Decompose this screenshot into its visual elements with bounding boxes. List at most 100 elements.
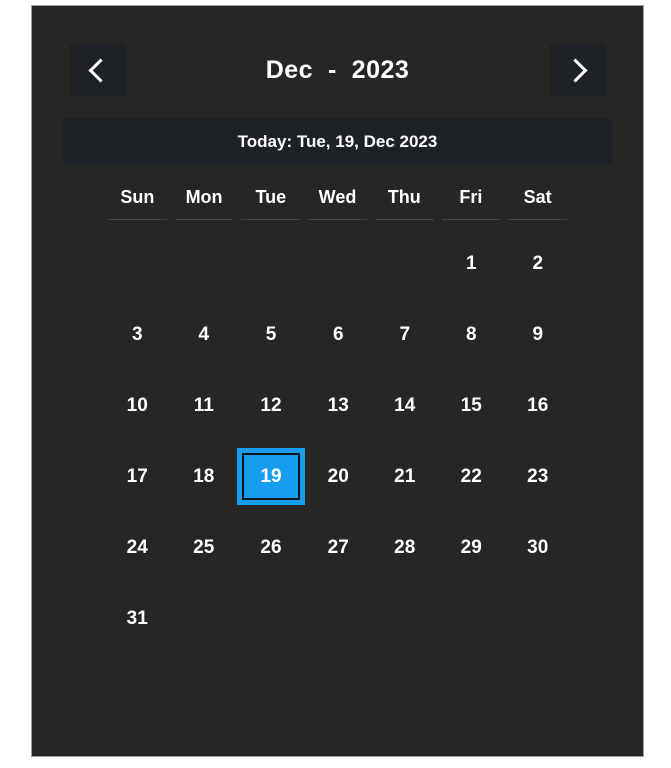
day-number: 6 <box>332 323 344 345</box>
weekday-label: Fri <box>459 187 483 207</box>
day-cell[interactable]: 1 <box>438 228 505 299</box>
day-number: 1 <box>465 252 477 274</box>
weekday-underline <box>374 219 434 220</box>
weekday-header-wed: Wed <box>304 187 371 220</box>
day-cell[interactable]: 12 <box>237 370 305 441</box>
weekday-label: Thu <box>387 187 421 207</box>
date-picker-calendar: Dec - 2023 Today: Tue, 19, Dec 2023 Sun M… <box>31 5 644 757</box>
day-cell-empty <box>305 583 372 654</box>
day-number: 26 <box>260 536 282 558</box>
day-cell[interactable]: 22 <box>438 441 505 512</box>
day-cell[interactable]: 2 <box>505 228 572 299</box>
weekday-label: Wed <box>318 187 357 207</box>
day-number: 21 <box>394 465 416 487</box>
day-number: 15 <box>460 394 482 416</box>
day-cell[interactable]: 7 <box>372 299 439 370</box>
day-cell[interactable]: 23 <box>505 441 572 512</box>
day-cell-empty <box>438 654 505 725</box>
day-number: 17 <box>126 465 148 487</box>
day-number: 16 <box>527 394 549 416</box>
day-number: 18 <box>193 465 215 487</box>
weekday-header-fri: Fri <box>438 187 505 220</box>
day-cell-empty <box>237 583 305 654</box>
weekday-header-sat: Sat <box>504 187 571 220</box>
day-cell[interactable]: 26 <box>237 512 305 583</box>
day-cell[interactable]: 25 <box>171 512 238 583</box>
day-number: 20 <box>327 465 349 487</box>
weekday-header-thu: Thu <box>371 187 438 220</box>
chevron-right-icon <box>562 57 588 83</box>
day-cell[interactable]: 6 <box>305 299 372 370</box>
day-number: 29 <box>460 536 482 558</box>
day-number: 24 <box>126 536 148 558</box>
day-cell-empty <box>171 228 238 299</box>
day-number: 2 <box>532 252 544 274</box>
days-grid: 1 2 3 4 5 6 7 8 9 10 11 12 13 14 15 16 17 18 19 20 21 22 23 24 2… <box>104 228 571 725</box>
day-number: 19 <box>242 453 300 500</box>
day-cell-empty <box>104 228 171 299</box>
day-number: 12 <box>260 394 282 416</box>
weekday-label: Sat <box>523 187 552 207</box>
day-cell[interactable]: 30 <box>505 512 572 583</box>
day-cell[interactable]: 14 <box>372 370 439 441</box>
next-month-button[interactable] <box>549 44 606 96</box>
weekday-header-row: Sun Mon Tue Wed Thu Fri Sat <box>104 187 571 220</box>
day-cell-empty <box>372 583 439 654</box>
weekday-underline <box>108 219 167 220</box>
day-cell-empty <box>372 654 439 725</box>
day-cell-empty <box>237 228 305 299</box>
weekday-underline <box>441 219 501 220</box>
day-cell[interactable]: 24 <box>104 512 171 583</box>
day-cell[interactable]: 10 <box>104 370 171 441</box>
day-cell[interactable]: 4 <box>171 299 238 370</box>
day-cell[interactable]: 8 <box>438 299 505 370</box>
day-cell-empty <box>372 228 439 299</box>
day-number: 5 <box>265 323 277 345</box>
day-cell[interactable]: 27 <box>305 512 372 583</box>
weekday-underline <box>308 219 367 220</box>
day-number: 11 <box>193 394 214 416</box>
day-cell[interactable]: 20 <box>305 441 372 512</box>
day-number: 27 <box>327 536 349 558</box>
day-number: 9 <box>532 323 544 345</box>
day-cell[interactable]: 16 <box>505 370 572 441</box>
day-cell[interactable]: 15 <box>438 370 505 441</box>
day-cell[interactable]: 29 <box>438 512 505 583</box>
today-banner: Today: Tue, 19, Dec 2023 <box>63 118 612 165</box>
day-number: 4 <box>198 323 210 345</box>
day-cell-empty <box>171 654 238 725</box>
day-number: 28 <box>394 536 416 558</box>
weekday-header-sun: Sun <box>104 187 171 220</box>
weekday-underline <box>241 219 301 220</box>
day-cell[interactable]: 31 <box>104 583 171 654</box>
day-cell-empty <box>237 654 305 725</box>
day-number: 23 <box>527 465 549 487</box>
day-number: 13 <box>327 394 349 416</box>
weekday-header-tue: Tue <box>237 187 304 220</box>
weekday-label: Sun <box>120 187 155 207</box>
day-number: 3 <box>131 323 143 345</box>
selection-highlight: 19 <box>237 448 305 505</box>
weekday-header-mon: Mon <box>171 187 238 220</box>
day-number: 31 <box>126 607 148 629</box>
weekday-underline <box>174 219 234 220</box>
day-number: 10 <box>126 394 148 416</box>
day-cell-empty <box>305 654 372 725</box>
month-year-title: Dec - 2023 <box>265 56 410 84</box>
day-cell[interactable]: 18 <box>171 441 238 512</box>
day-cell-empty <box>104 654 171 725</box>
day-number: 25 <box>193 536 215 558</box>
day-cell[interactable]: 13 <box>305 370 372 441</box>
day-cell[interactable]: 17 <box>104 441 171 512</box>
day-number: 14 <box>394 394 416 416</box>
day-cell[interactable]: 9 <box>505 299 572 370</box>
calendar-header: Dec - 2023 <box>40 38 635 110</box>
weekday-label: Mon <box>185 187 223 207</box>
day-cell[interactable]: 11 <box>171 370 238 441</box>
day-cell[interactable]: 3 <box>104 299 171 370</box>
day-cell[interactable]: 5 <box>237 299 305 370</box>
day-cell-selected[interactable]: 19 <box>237 441 305 512</box>
day-cell-empty <box>438 583 505 654</box>
day-cell[interactable]: 28 <box>372 512 439 583</box>
day-cell[interactable]: 21 <box>372 441 439 512</box>
